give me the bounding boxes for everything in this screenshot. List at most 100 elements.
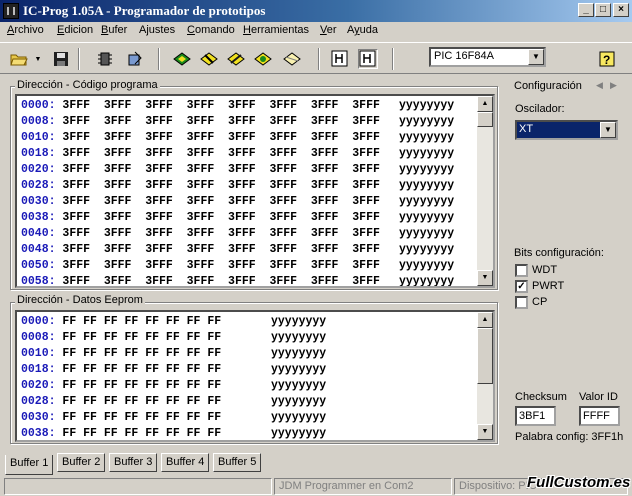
hex-row[interactable]: 0040: 3FFF 3FFF 3FFF 3FFF 3FFF 3FFF 3FFF… (21, 227, 454, 243)
scroll-down-icon[interactable]: ▼ (477, 270, 493, 286)
checksum-label: Checksum (515, 391, 567, 403)
hex-row[interactable]: 0038: FF FF FF FF FF FF FF FF yyyyyyyy (21, 427, 326, 440)
maximize-button[interactable]: □ (595, 3, 611, 17)
chevron-left-icon[interactable]: ◀ (596, 80, 603, 91)
hex-row[interactable]: 0020: FF FF FF FF FF FF FF FF yyyyyyyy (21, 379, 326, 395)
hex-row[interactable]: 0048: 3FFF 3FFF 3FFF 3FFF 3FFF 3FFF 3FFF… (21, 243, 454, 259)
menu-herramientas[interactable]: Herramientas (243, 24, 309, 36)
oscillator-value: XT (519, 123, 534, 135)
scroll-up-icon[interactable]: ▲ (477, 312, 493, 328)
hex-row[interactable]: 0018: FF FF FF FF FF FF FF FF yyyyyyyy (21, 363, 326, 379)
hex-address: 0008: (21, 331, 56, 344)
tab-buffer-5[interactable]: Buffer 5 (213, 453, 262, 472)
hex-row[interactable]: 0038: 3FFF 3FFF 3FFF 3FFF 3FFF 3FFF 3FFF… (21, 211, 454, 227)
hex-row[interactable]: 0030: FF FF FF FF FF FF FF FF yyyyyyyy (21, 411, 326, 427)
open-folder-icon[interactable] (9, 49, 29, 69)
write-chip-icon[interactable] (125, 49, 145, 69)
wdt-checkbox[interactable] (515, 264, 528, 277)
hex-ascii: yyyyyyyy (399, 115, 455, 128)
hex-row[interactable]: 0010: FF FF FF FF FF FF FF FF yyyyyyyy (21, 347, 326, 363)
hex-row[interactable]: 0058: 3FFF 3FFF 3FFF 3FFF 3FFF 3FFF 3FFF… (21, 275, 454, 286)
hex-address: 0030: (21, 195, 56, 208)
menu-bufer[interactable]: Bufer (101, 24, 127, 36)
hex-address: 0028: (21, 395, 56, 408)
scroll-down-icon[interactable]: ▼ (477, 424, 493, 440)
hex-values: 3FFF 3FFF 3FFF 3FFF 3FFF 3FFF 3FFF 3FFF (55, 259, 380, 272)
menu-ver[interactable]: Ver (320, 24, 337, 36)
hex-row[interactable]: 0028: FF FF FF FF FF FF FF FF yyyyyyyy (21, 395, 326, 411)
hex-row[interactable]: 0000: 3FFF 3FFF 3FFF 3FFF 3FFF 3FFF 3FFF… (21, 99, 454, 115)
read-chip-icon[interactable] (95, 49, 115, 69)
hex-row[interactable]: 0010: 3FFF 3FFF 3FFF 3FFF 3FFF 3FFF 3FFF… (21, 131, 454, 147)
hex-address: 0038: (21, 211, 56, 224)
help-icon[interactable]: ? (597, 49, 617, 69)
dropdown-arrow-icon[interactable]: ▼ (32, 49, 44, 69)
menu-edicion[interactable]: Edicion (57, 24, 93, 36)
hex-address: 0048: (21, 243, 56, 256)
device-select[interactable]: PIC 16F84A ▼ (429, 47, 546, 67)
close-button[interactable]: × (613, 3, 629, 17)
verify-device-icon[interactable] (253, 49, 273, 69)
menu-comando[interactable]: Comando (187, 24, 235, 36)
tab-buffer-2[interactable]: Buffer 2 (57, 453, 106, 472)
hex-ascii: yyyyyyyy (271, 331, 327, 344)
watermark: FullCustom.es (527, 474, 631, 491)
config-word-label: Palabra config: 3FF1h (515, 431, 624, 443)
tab-buffer-3[interactable]: Buffer 3 (109, 453, 158, 472)
hex-values: 3FFF 3FFF 3FFF 3FFF 3FFF 3FFF 3FFF 3FFF (55, 211, 380, 224)
hex-address: 0028: (21, 179, 56, 192)
erase-device-icon[interactable] (226, 49, 246, 69)
tab-buffer-1[interactable]: Buffer 1 (5, 455, 54, 475)
hex-address: 0020: (21, 163, 56, 176)
oscillator-select[interactable]: XT ▼ (515, 120, 618, 140)
eeprom-scrollbar[interactable]: ▲ ▼ (477, 312, 493, 440)
view-asm-icon[interactable] (358, 49, 378, 69)
hex-row[interactable]: 0028: 3FFF 3FFF 3FFF 3FFF 3FFF 3FFF 3FFF… (21, 179, 454, 195)
chip-icon[interactable] (3, 3, 19, 19)
hex-ascii: yyyyyyyy (271, 395, 327, 408)
hex-values: FF FF FF FF FF FF FF FF (55, 395, 222, 408)
id-label: Valor ID (579, 391, 618, 403)
hex-row[interactable]: 0050: 3FFF 3FFF 3FFF 3FFF 3FFF 3FFF 3FFF… (21, 259, 454, 275)
minimize-button[interactable]: _ (578, 3, 594, 17)
hex-ascii: yyyyyyyy (399, 147, 455, 160)
tab-buffer-4[interactable]: Buffer 4 (161, 453, 210, 472)
scroll-up-icon[interactable]: ▲ (477, 96, 493, 112)
code-panel-title: Dirección - Código programa (15, 79, 160, 91)
code-hex-view[interactable]: ▲ ▼ 0000: 3FFF 3FFF 3FFF 3FFF 3FFF 3FFF … (15, 94, 495, 288)
hex-row[interactable]: 0000: FF FF FF FF FF FF FF FF yyyyyyyy (21, 315, 326, 331)
read-device-icon[interactable] (172, 49, 192, 69)
hex-values: 3FFF 3FFF 3FFF 3FFF 3FFF 3FFF 3FFF 3FFF (55, 227, 380, 240)
menu-ajustes[interactable]: Ajustes (139, 24, 175, 36)
hex-row[interactable]: 0008: 3FFF 3FFF 3FFF 3FFF 3FFF 3FFF 3FFF… (21, 115, 454, 131)
pwrt-checkbox[interactable]: ✓ (515, 280, 528, 293)
code-scrollbar[interactable]: ▲ ▼ (477, 96, 493, 286)
hex-row[interactable]: 0020: 3FFF 3FFF 3FFF 3FFF 3FFF 3FFF 3FFF… (21, 163, 454, 179)
scroll-thumb[interactable] (477, 328, 493, 384)
cp-checkbox[interactable] (515, 296, 528, 309)
eeprom-hex-view[interactable]: ▲ ▼ 0000: FF FF FF FF FF FF FF FF yyyyyyy… (15, 310, 495, 442)
menu-bar: Archivo Edicion Bufer Ajustes Comando He… (0, 22, 632, 40)
hex-ascii: yyyyyyyy (399, 163, 455, 176)
hex-values: 3FFF 3FFF 3FFF 3FFF 3FFF 3FFF 3FFF 3FFF (55, 115, 380, 128)
wdt-label: WDT (532, 264, 558, 276)
menu-ayuda[interactable]: Ayuda (347, 24, 378, 36)
hex-values: 3FFF 3FFF 3FFF 3FFF 3FFF 3FFF 3FFF 3FFF (55, 131, 380, 144)
id-field[interactable]: FFFF (579, 406, 620, 426)
blank-check-icon[interactable] (282, 49, 302, 69)
chevron-down-icon[interactable]: ▼ (528, 49, 544, 65)
save-disk-icon[interactable] (51, 49, 71, 69)
scroll-thumb[interactable] (477, 112, 493, 127)
pwrt-label: PWRT (532, 280, 565, 292)
checksum-field[interactable]: 3BF1 (515, 406, 556, 426)
chevron-down-icon[interactable]: ▼ (600, 122, 616, 138)
program-device-icon[interactable] (199, 49, 219, 69)
hex-row[interactable]: 0008: FF FF FF FF FF FF FF FF yyyyyyyy (21, 331, 326, 347)
view-hex-icon[interactable] (330, 49, 350, 69)
menu-archivo[interactable]: Archivo (7, 24, 44, 36)
hex-row[interactable]: 0030: 3FFF 3FFF 3FFF 3FFF 3FFF 3FFF 3FFF… (21, 195, 454, 211)
title-bar[interactable]: IC-Prog 1.05A - Programador de prototipo… (0, 0, 632, 22)
hex-row[interactable]: 0018: 3FFF 3FFF 3FFF 3FFF 3FFF 3FFF 3FFF… (21, 147, 454, 163)
chevron-right-icon[interactable]: ▶ (610, 80, 617, 91)
hex-values: 3FFF 3FFF 3FFF 3FFF 3FFF 3FFF 3FFF 3FFF (55, 163, 380, 176)
